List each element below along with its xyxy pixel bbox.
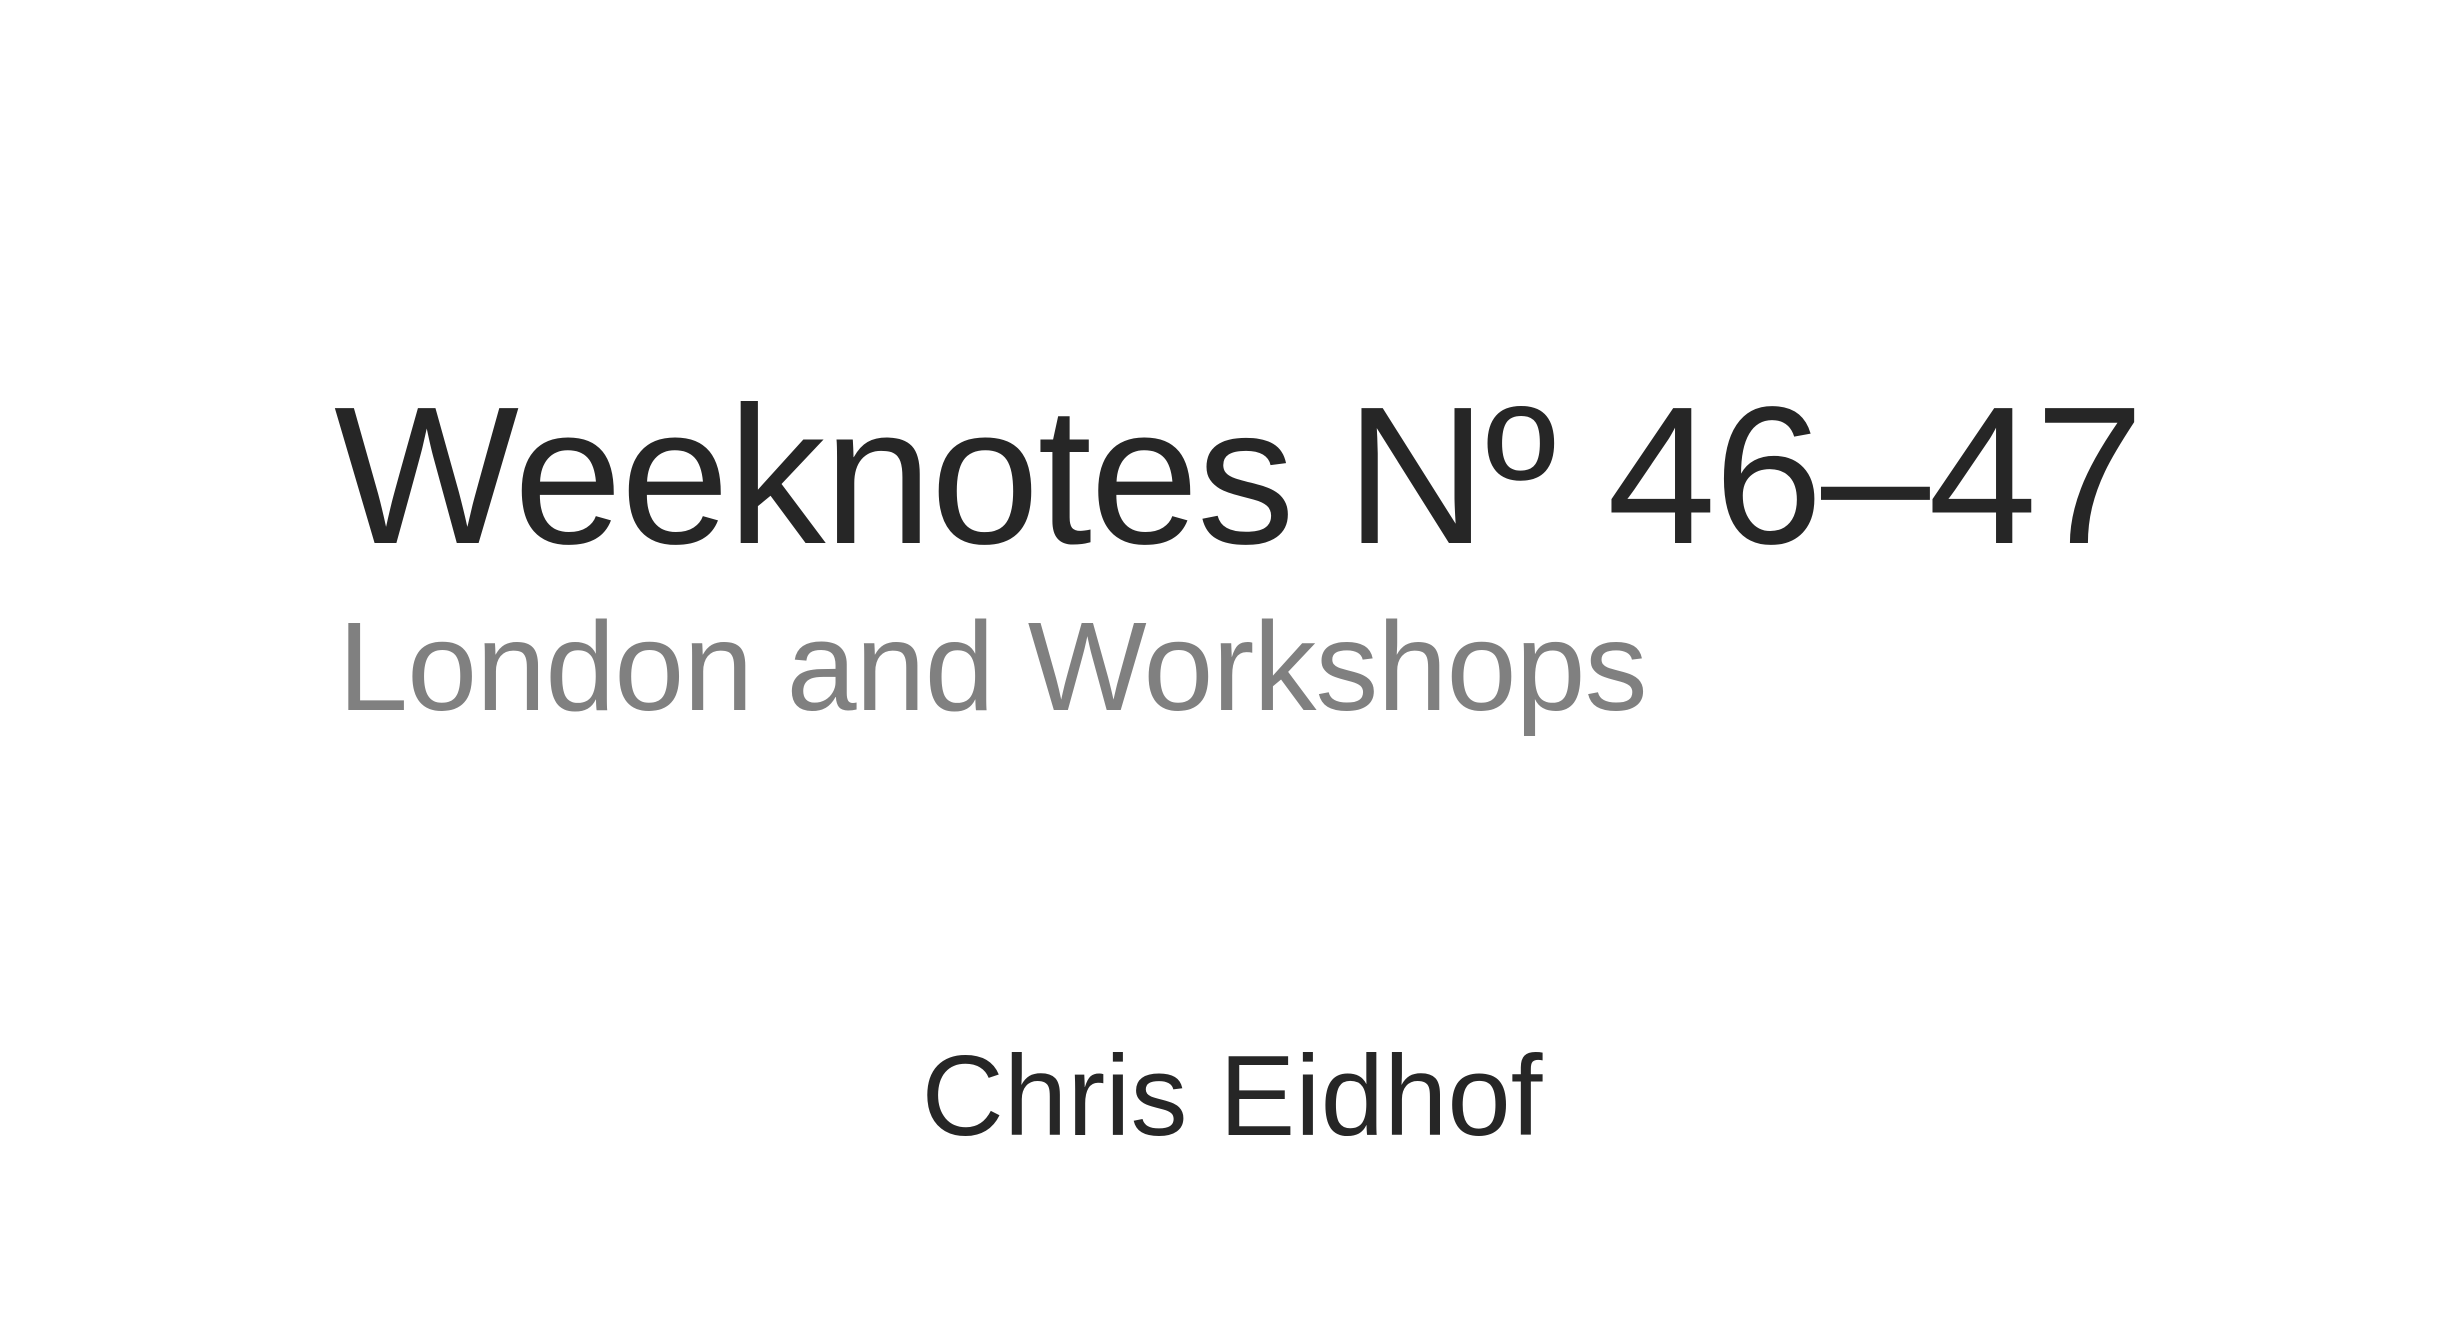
title-block: Weeknotes Nº 46–47 London and Workshops — [334, 378, 2334, 730]
page-title: Weeknotes Nº 46–47 — [334, 366, 2144, 585]
author-name: Chris Eidhof — [921, 1033, 1543, 1160]
page-subtitle: London and Workshops — [338, 596, 1648, 737]
